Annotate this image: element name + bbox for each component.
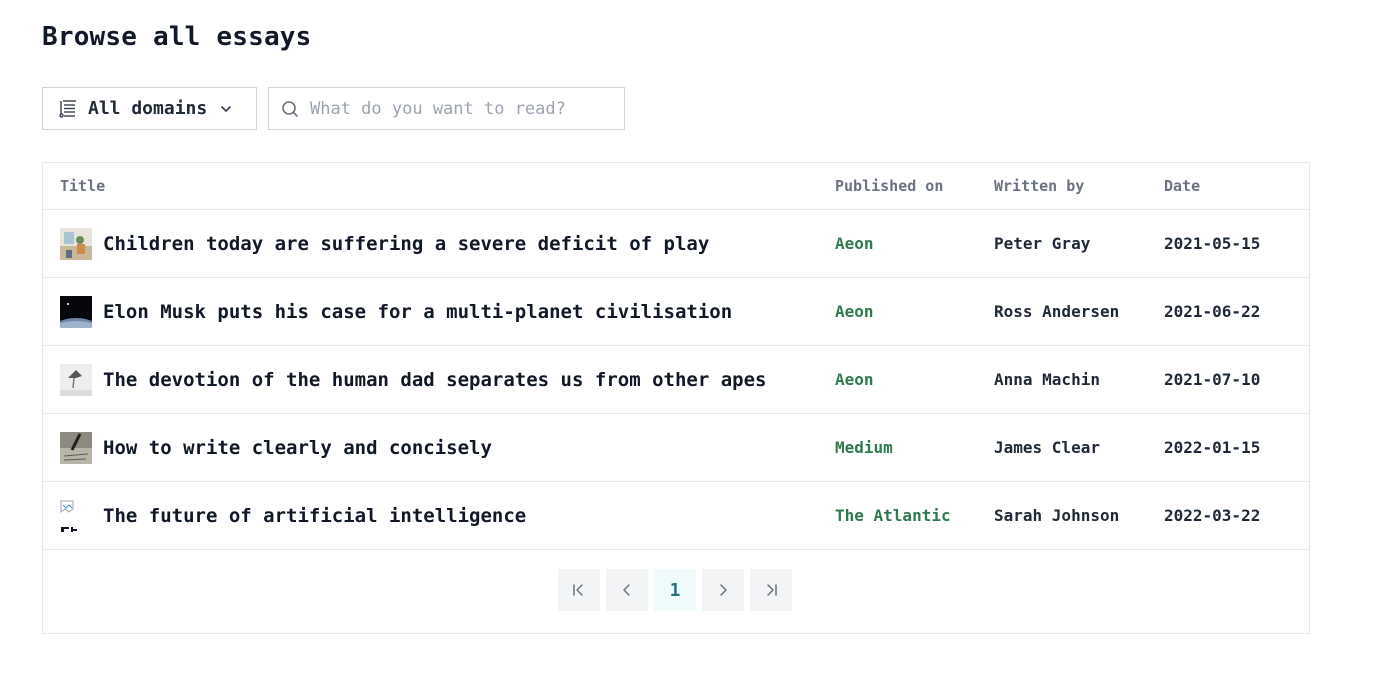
publisher-link[interactable]: Aeon: [835, 370, 874, 389]
title-cell: How to write clearly and concisely: [60, 414, 492, 481]
author-cell: Anna Machin: [994, 346, 1100, 413]
table-header: Title Published on Written by Date: [43, 163, 1309, 210]
chevron-down-icon: [219, 102, 233, 116]
column-header-date[interactable]: Date: [1164, 177, 1200, 195]
column-header-title[interactable]: Title: [60, 177, 105, 195]
search-box: [268, 87, 625, 130]
essay-date: 2022-01-15: [1164, 438, 1261, 457]
filter-bar: All domains: [42, 87, 625, 130]
author-name: Ross Andersen: [994, 302, 1120, 321]
title-cell: Elon Musk puts his case for a multi-plan…: [60, 278, 732, 345]
author-name: Sarah Johnson: [994, 506, 1120, 525]
table-row[interactable]: Children today are suffering a severe de…: [43, 210, 1309, 278]
title-cell: Children today are suffering a severe de…: [60, 210, 709, 277]
pagination: 1: [558, 569, 792, 611]
list-icon: [59, 99, 78, 118]
table-row[interactable]: The future of artificial intelligence Th…: [43, 482, 1309, 550]
page-title: Browse all essays: [42, 22, 312, 52]
current-page-button[interactable]: 1: [654, 569, 696, 611]
author-cell: Peter Gray: [994, 210, 1090, 277]
essay-title[interactable]: Children today are suffering a severe de…: [103, 233, 709, 255]
search-icon: [281, 100, 299, 118]
author-name: James Clear: [994, 438, 1100, 457]
previous-page-button[interactable]: [606, 569, 648, 611]
essay-title[interactable]: Elon Musk puts his case for a multi-plan…: [103, 301, 732, 323]
table-row[interactable]: The devotion of the human dad separates …: [43, 346, 1309, 414]
date-cell: 2022-01-15: [1164, 414, 1260, 481]
author-cell: Ross Andersen: [994, 278, 1119, 345]
title-cell: The devotion of the human dad separates …: [60, 346, 766, 413]
title-cell: The future of artificial intelligence: [60, 482, 526, 549]
last-page-button[interactable]: [750, 569, 792, 611]
publisher-link[interactable]: Aeon: [835, 234, 874, 253]
essay-thumbnail: [60, 227, 92, 260]
search-input[interactable]: [308, 97, 612, 120]
previous-page-icon: [619, 582, 635, 598]
publisher-cell: Aeon: [835, 210, 874, 277]
publisher-cell: Aeon: [835, 346, 874, 413]
domain-select-label: All domains: [88, 98, 208, 119]
essay-date: 2021-06-22: [1164, 302, 1261, 321]
essay-thumbnail: [60, 295, 92, 328]
table-row[interactable]: How to write clearly and concisely Mediu…: [43, 414, 1309, 482]
essay-thumbnail: [60, 431, 92, 464]
date-cell: 2022-03-22: [1164, 482, 1260, 549]
table-row[interactable]: Elon Musk puts his case for a multi-plan…: [43, 278, 1309, 346]
last-page-icon: [763, 582, 779, 598]
first-page-icon: [571, 582, 587, 598]
author-name: Peter Gray: [994, 234, 1091, 253]
date-cell: 2021-07-10: [1164, 346, 1260, 413]
author-cell: James Clear: [994, 414, 1100, 481]
first-page-button[interactable]: [558, 569, 600, 611]
essay-title[interactable]: The future of artificial intelligence: [103, 505, 526, 527]
column-header-published-on[interactable]: Published on: [835, 177, 943, 195]
date-cell: 2021-06-22: [1164, 278, 1260, 345]
essay-title[interactable]: The devotion of the human dad separates …: [103, 369, 766, 391]
next-page-button[interactable]: [702, 569, 744, 611]
author-cell: Sarah Johnson: [994, 482, 1119, 549]
essay-thumbnail: [60, 363, 92, 396]
essay-title[interactable]: How to write clearly and concisely: [103, 437, 492, 459]
publisher-cell: The Atlantic: [835, 482, 951, 549]
publisher-link[interactable]: The Atlantic: [835, 506, 951, 525]
column-header-written-by[interactable]: Written by: [994, 177, 1084, 195]
publisher-cell: Medium: [835, 414, 893, 481]
essay-date: 2021-07-10: [1164, 370, 1261, 389]
domain-select[interactable]: All domains: [42, 87, 257, 130]
essays-table: Title Published on Written by Date Child…: [42, 162, 1310, 634]
author-name: Anna Machin: [994, 370, 1100, 389]
publisher-cell: Aeon: [835, 278, 874, 345]
publisher-link[interactable]: Aeon: [835, 302, 874, 321]
date-cell: 2021-05-15: [1164, 210, 1260, 277]
publisher-link[interactable]: Medium: [835, 438, 893, 457]
essay-date: 2021-05-15: [1164, 234, 1261, 253]
broken-image-icon: [60, 499, 92, 532]
essay-date: 2022-03-22: [1164, 506, 1261, 525]
next-page-icon: [715, 582, 731, 598]
